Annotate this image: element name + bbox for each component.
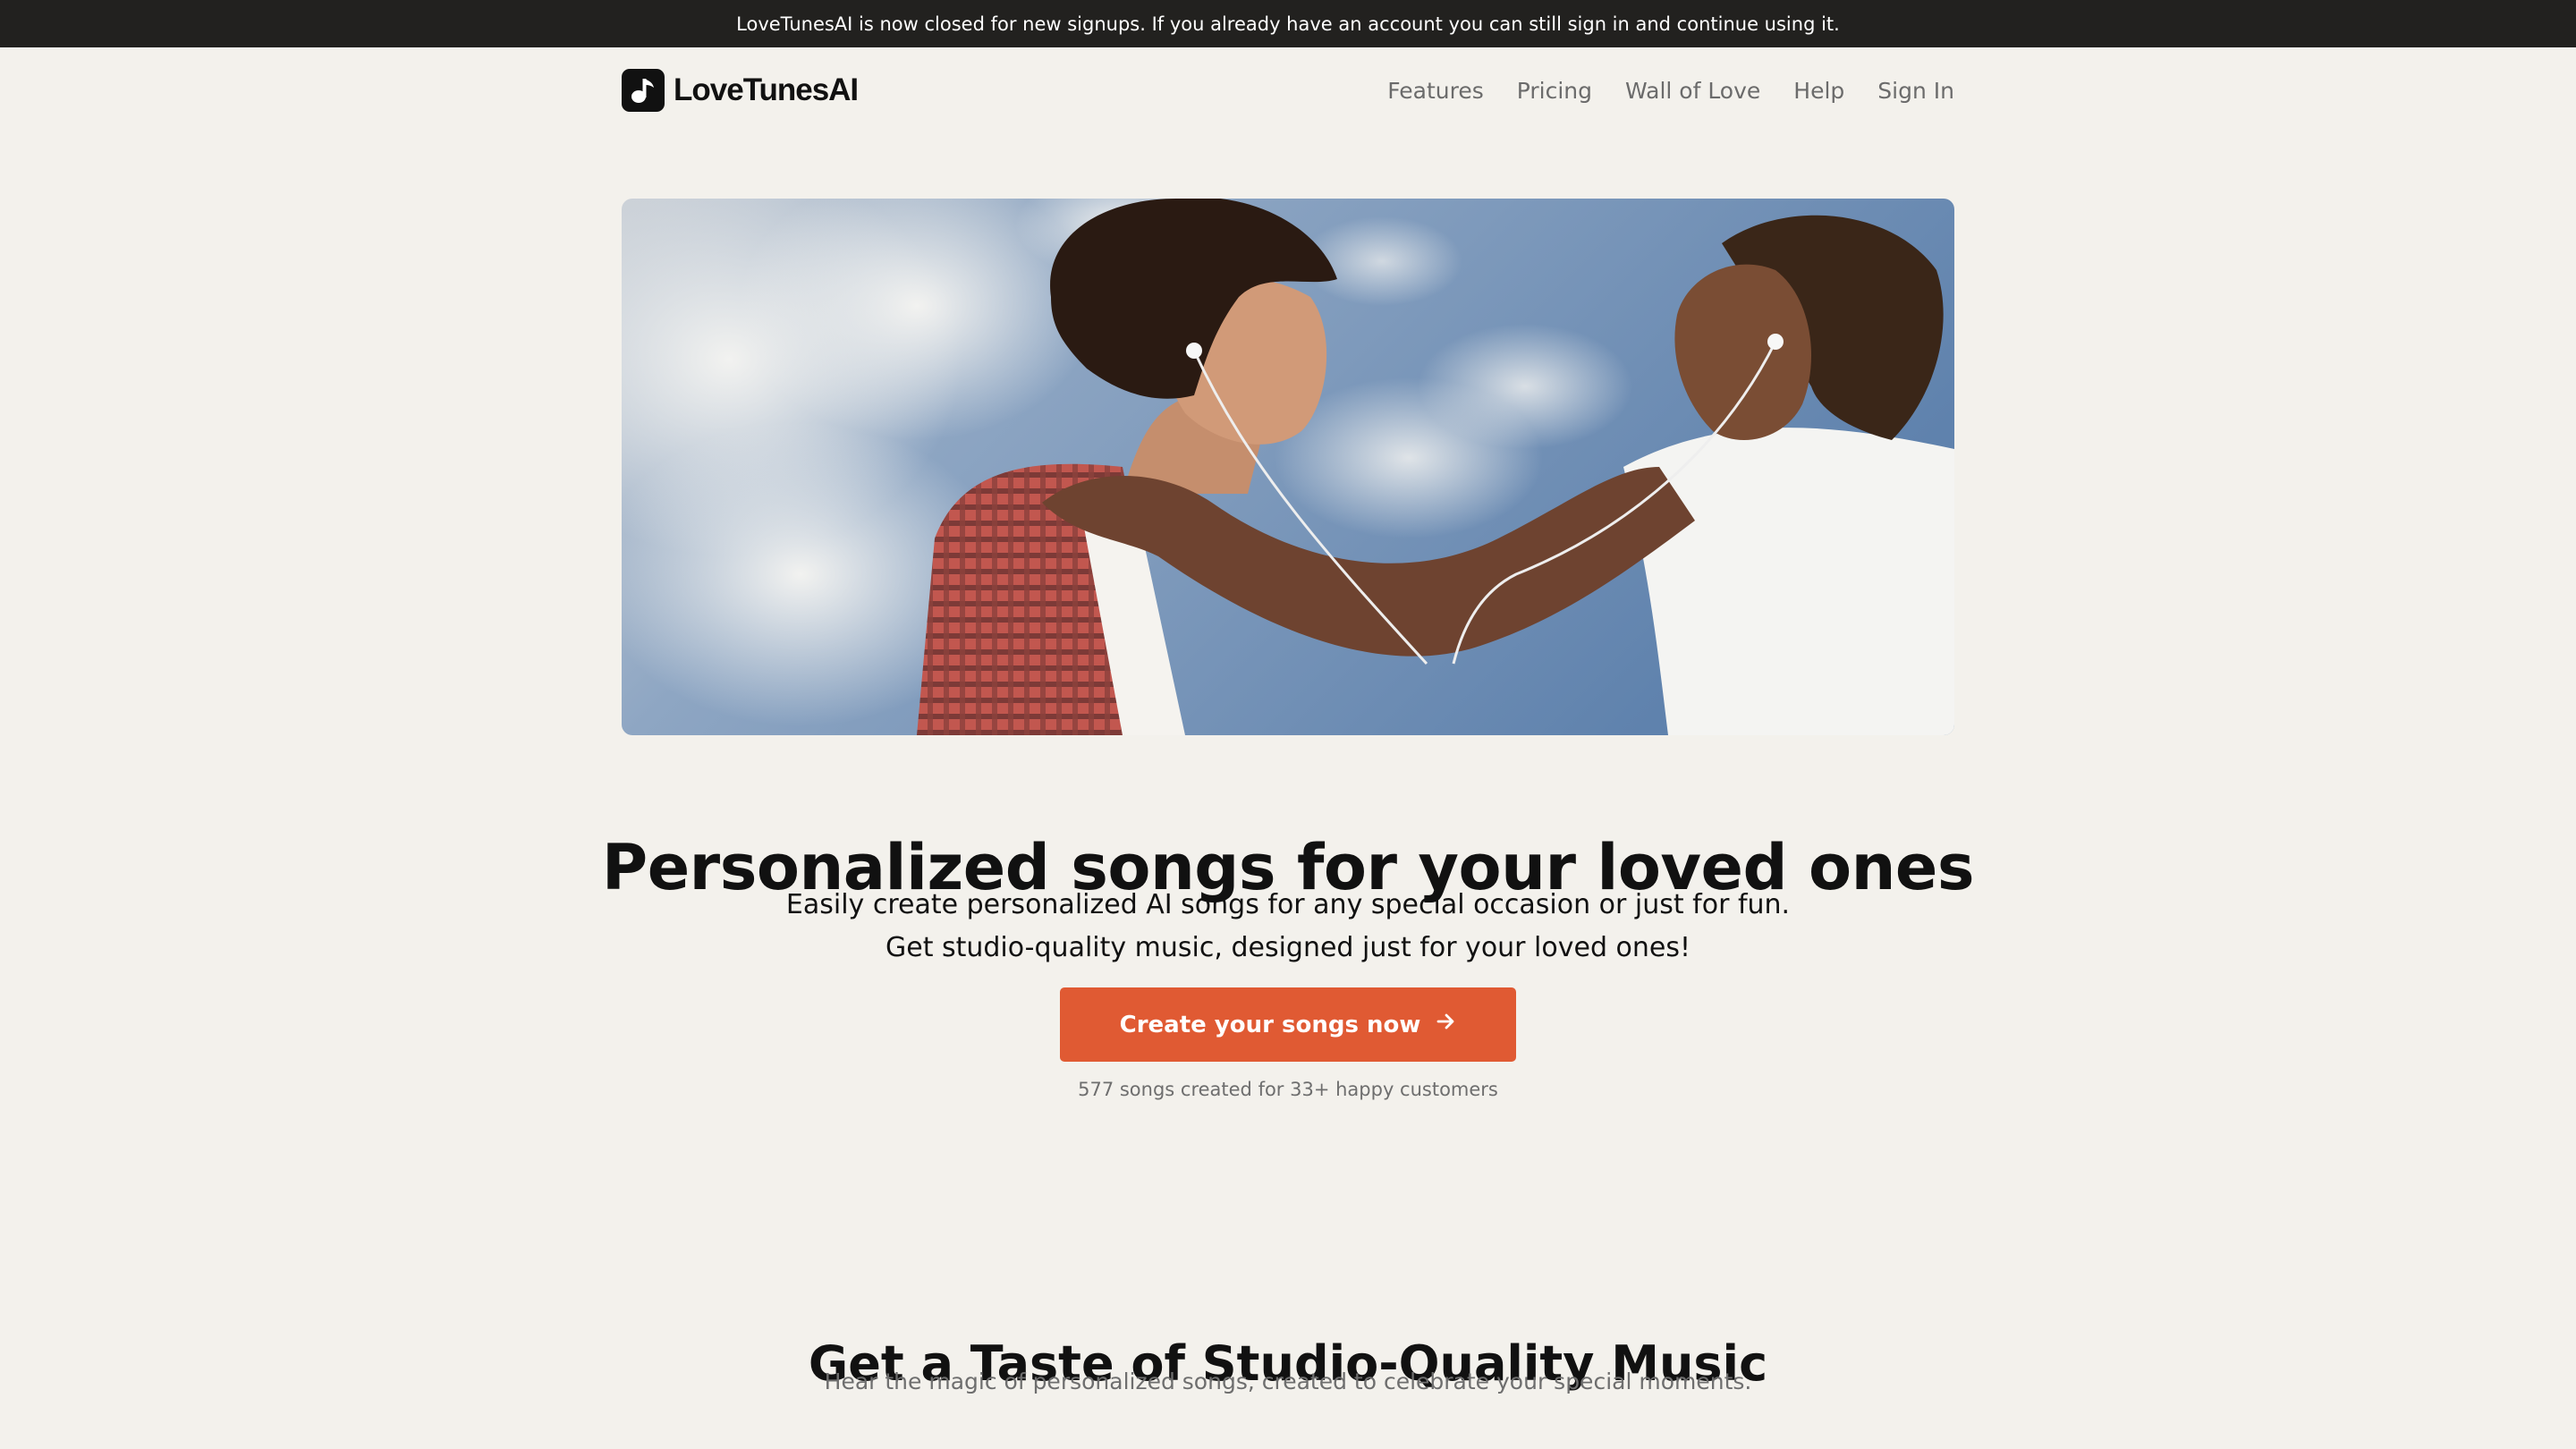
announcement-banner: LoveTunesAI is now closed for new signup…	[0, 0, 2576, 47]
nav-link-wall-of-love[interactable]: Wall of Love	[1625, 78, 1760, 104]
create-songs-button[interactable]: Create your songs now	[1060, 987, 1516, 1062]
banner-text: LoveTunesAI is now closed for new signup…	[736, 13, 1840, 35]
logo-text: LoveTunesAI	[674, 72, 859, 107]
nav-link-sign-in[interactable]: Sign In	[1877, 78, 1954, 104]
nav-link-pricing[interactable]: Pricing	[1517, 78, 1592, 104]
nav-links: Features Pricing Wall of Love Help Sign …	[1387, 78, 1954, 104]
hero-image	[622, 199, 1954, 735]
nav-link-features[interactable]: Features	[1387, 78, 1484, 104]
hero-subtitle-line1: Easily create personalized AI songs for …	[785, 889, 1791, 920]
hero-subtitle-line2: Get studio-quality music, designed just …	[885, 932, 1691, 963]
section-subtitle: Hear the magic of personalized songs, cr…	[824, 1368, 1752, 1394]
top-nav: LoveTunesAI Features Pricing Wall of Lov…	[622, 67, 1954, 114]
hero-subtitle: Easily create personalized AI songs for …	[0, 884, 2576, 970]
songs-stats: 577 songs created for 33+ happy customer…	[1078, 1079, 1498, 1100]
logo[interactable]: LoveTunesAI	[622, 69, 859, 112]
music-note-icon	[622, 69, 665, 112]
create-songs-label: Create your songs now	[1119, 1011, 1421, 1038]
nav-link-help[interactable]: Help	[1793, 78, 1844, 104]
arrow-right-icon	[1435, 1011, 1456, 1038]
